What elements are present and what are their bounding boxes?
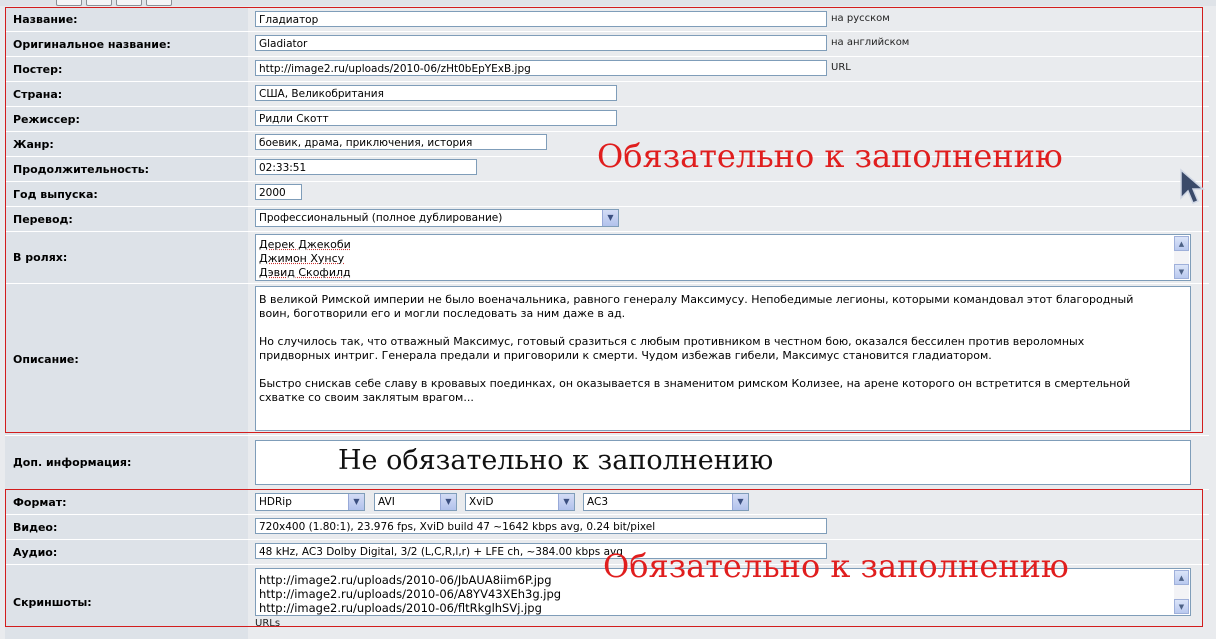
container-select[interactable]: HDRip ▼ [255,493,365,511]
row-director: Режиссер: Ридли Скотт [5,107,1209,131]
description-paragraph: Быстро снискав себе славу в кровавых пое… [259,377,1131,404]
cast-line: Дерек Джекоби [259,238,351,251]
label-country: Страна: [5,82,248,106]
chevron-down-icon[interactable]: ▼ [732,494,748,510]
screens-hint: URLs [255,618,281,629]
ext-select[interactable]: AVI ▼ [374,493,457,511]
orig-title-input[interactable]: Gladiator [255,35,827,51]
toolbar-button[interactable] [86,0,112,6]
cast-scrollbar[interactable]: ▲ ▼ [1174,236,1189,279]
scroll-up-icon[interactable]: ▲ [1174,236,1189,251]
row-poster: Постер: http://image2.ru/uploads/2010-06… [5,57,1209,81]
ext-selected: AVI [378,496,395,508]
label-video: Видео: [5,515,248,539]
cast-line: Дэвид Скофилд [259,266,351,279]
label-extra: Доп. информация: [5,436,248,489]
vcodec-selected: XviD [469,496,494,508]
chevron-down-icon[interactable]: ▼ [558,494,574,510]
duration-input[interactable]: 02:33:51 [255,159,477,175]
label-director: Режиссер: [5,107,248,131]
toolbar-button[interactable] [116,0,142,6]
mouse-cursor-icon [1180,168,1206,204]
screens-scrollbar[interactable]: ▲ ▼ [1174,570,1189,614]
acodec-selected: AC3 [587,496,609,508]
scroll-up-icon[interactable]: ▲ [1174,570,1189,585]
row-translation: Перевод: Профессиональный (полное дублир… [5,207,1209,231]
label-orig-title: Оригинальное название: [5,32,248,56]
label-genre: Жанр: [5,132,248,156]
genre-input[interactable]: боевик, драма, приключения, история [255,134,547,150]
label-translation: Перевод: [5,207,248,231]
scroll-down-icon[interactable]: ▼ [1174,264,1189,279]
acodec-select[interactable]: AC3 ▼ [583,493,749,511]
scroll-down-icon[interactable]: ▼ [1174,599,1189,614]
label-screens: Скриншоты: [5,565,248,639]
title-input[interactable]: Гладиатор [255,11,827,27]
translation-select[interactable]: Профессиональный (полное дублирование) ▼ [255,209,619,227]
description-textarea[interactable]: В великой Римской империи не было военач… [255,286,1191,431]
label-cast: В ролях: [5,232,248,283]
row-video: Видео: 720x400 (1.80:1), 23.976 fps, Xvi… [5,515,1209,539]
row-orig-title: Оригинальное название: Gladiator на англ… [5,32,1209,56]
label-format: Формат: [5,490,248,514]
annotation-required-bottom: Обязательно к заполнению [603,547,1069,585]
container-selected: HDRip [259,496,292,508]
top-toolbar [0,0,1216,6]
description-paragraph: Но случилось так, что отважный Максимус,… [259,335,1085,362]
video-input[interactable]: 720x400 (1.80:1), 23.976 fps, XviD build… [255,518,827,534]
row-year: Год выпуска: 2000 [5,182,1209,206]
title-hint: на русском [831,13,890,24]
label-title: Название: [5,8,248,31]
poster-input[interactable]: http://image2.ru/uploads/2010-06/zHt0bEp… [255,60,827,76]
toolbar-button[interactable] [56,0,82,6]
year-input[interactable]: 2000 [255,184,302,200]
label-year: Год выпуска: [5,182,248,206]
label-poster: Постер: [5,57,248,81]
annotation-optional: Не обязательно к заполнению [338,445,774,476]
label-audio: Аудио: [5,540,248,564]
row-format: Формат: HDRip ▼ AVI ▼ XviD ▼ AC3 ▼ [5,490,1209,514]
cast-textarea[interactable]: Дерек Джекоби Джимон Хунсу Дэвид Скофилд… [255,234,1191,281]
chevron-down-icon[interactable]: ▼ [602,210,618,226]
row-country: Страна: США, Великобритания [5,82,1209,106]
row-title: Название: Гладиатор на русском [5,8,1209,31]
cast-line: Джимон Хунсу [259,252,345,265]
description-paragraph: В великой Римской империи не было военач… [259,293,1134,320]
orig-title-hint: на английском [831,37,910,48]
row-description: Описание: В великой Римской империи не б… [5,284,1209,435]
chevron-down-icon[interactable]: ▼ [440,494,456,510]
director-input[interactable]: Ридли Скотт [255,110,617,126]
country-input[interactable]: США, Великобритания [255,85,617,101]
vcodec-select[interactable]: XviD ▼ [465,493,575,511]
poster-hint: URL [831,62,851,73]
translation-selected: Профессиональный (полное дублирование) [259,212,503,224]
label-description: Описание: [5,284,248,435]
screenshot-url: http://image2.ru/uploads/2010-06/fltRkgl… [259,601,542,615]
screenshot-url: http://image2.ru/uploads/2010-06/A8YV43X… [259,587,562,601]
row-cast: В ролях: Дерек Джекоби Джимон Хунсу Дэви… [5,232,1209,283]
label-duration: Продолжительность: [5,157,248,181]
chevron-down-icon[interactable]: ▼ [348,494,364,510]
toolbar-button[interactable] [146,0,172,6]
annotation-required-top: Обязательно к заполнению [597,137,1063,175]
